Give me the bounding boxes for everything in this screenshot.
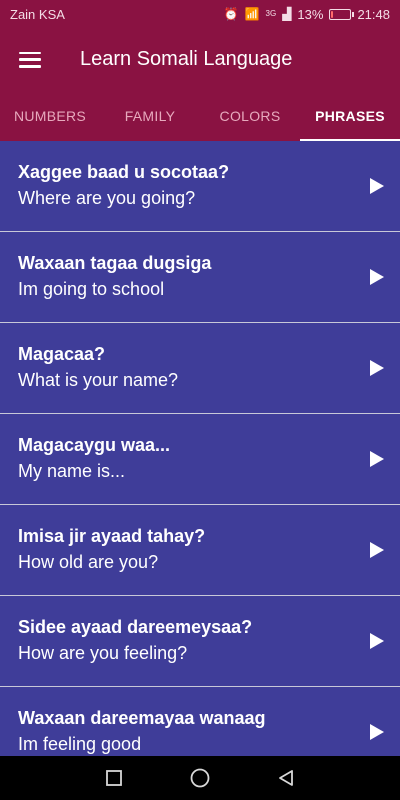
square-icon — [106, 770, 122, 786]
app-title: Learn Somali Language — [80, 48, 293, 70]
phrase-english: How old are you? — [18, 552, 159, 572]
phrase-somali: Magacaygu waa... — [18, 435, 171, 455]
phrase-row[interactable]: Magacaygu waa... My name is... — [0, 414, 400, 505]
signal-icon: ▟ — [282, 7, 292, 21]
play-icon[interactable] — [354, 633, 400, 649]
phrase-row[interactable]: Waxaan tagaa dugsiga Im going to school — [0, 232, 400, 323]
phrase-english: Im feeling good — [18, 734, 142, 754]
triangle-back-icon — [279, 770, 293, 786]
play-icon[interactable] — [354, 360, 400, 376]
play-icon[interactable] — [354, 724, 400, 740]
phrase-english: Im going to school — [18, 279, 165, 299]
status-bar: Zain KSA ⏰ 📶 3G ▟ 13% 21:48 — [0, 0, 400, 28]
category-tabs: NUMBERS FAMILY COLORS PHRASES — [0, 91, 400, 141]
status-icons: ⏰ 📶 3G ▟ 13% 21:48 — [224, 7, 390, 22]
battery-fill — [331, 10, 334, 18]
phrase-somali: Magacaa? — [18, 344, 106, 364]
phrase-list: Xaggee baad u socotaa? Where are you goi… — [0, 141, 400, 756]
phrase-english: What is your name? — [18, 370, 179, 390]
phrase-row[interactable]: Xaggee baad u socotaa? Where are you goi… — [0, 141, 400, 232]
menu-button[interactable] — [0, 28, 60, 91]
circle-icon — [190, 768, 210, 788]
phrase-english: Where are you going? — [18, 188, 196, 208]
phrase-row[interactable]: Sidee ayaad dareemeysaa? How are you fee… — [0, 596, 400, 687]
tab-colors[interactable]: COLORS — [200, 91, 300, 141]
system-nav-bar — [0, 756, 400, 800]
phrase-somali: Imisa jir ayaad tahay? — [18, 526, 206, 546]
play-icon[interactable] — [354, 269, 400, 285]
phrase-somali: Sidee ayaad dareemeysaa? — [18, 617, 253, 637]
play-icon[interactable] — [354, 178, 400, 194]
tab-family[interactable]: FAMILY — [100, 91, 200, 141]
network-type-label: 3G — [265, 9, 277, 18]
phrase-row[interactable]: Magacaa? What is your name? — [0, 323, 400, 414]
phrase-english: My name is... — [18, 461, 126, 481]
play-icon[interactable] — [354, 542, 400, 558]
wifi-icon: 📶 — [244, 7, 260, 21]
app-toolbar: Learn Somali Language — [0, 28, 400, 91]
tab-phrases[interactable]: PHRASES — [300, 91, 400, 141]
phrase-text: Magacaa? What is your name? — [18, 342, 354, 394]
recent-apps-button[interactable] — [102, 766, 126, 790]
phrase-text: Sidee ayaad dareemeysaa? How are you fee… — [18, 615, 354, 667]
phrase-somali: Waxaan dareemayaa wanaag — [18, 708, 266, 728]
phrase-text: Imisa jir ayaad tahay? How old are you? — [18, 524, 354, 576]
phrase-row[interactable]: Imisa jir ayaad tahay? How old are you? — [0, 505, 400, 596]
tab-numbers[interactable]: NUMBERS — [0, 91, 100, 141]
app-root: Zain KSA ⏰ 📶 3G ▟ 13% 21:48 Learn Somali… — [0, 0, 400, 800]
hamburger-menu-icon — [19, 51, 41, 68]
phrase-row[interactable]: Waxaan dareemayaa wanaag Im feeling good — [0, 687, 400, 756]
alarm-icon: ⏰ — [223, 7, 239, 21]
phrase-text: Waxaan tagaa dugsiga Im going to school — [18, 251, 354, 303]
battery-percent: 13% — [297, 6, 324, 22]
back-button[interactable] — [274, 766, 298, 790]
play-icon[interactable] — [354, 451, 400, 467]
home-button[interactable] — [188, 766, 212, 790]
clock: 21:48 — [357, 6, 390, 22]
phrase-somali: Waxaan tagaa dugsiga — [18, 253, 212, 273]
phrase-text: Waxaan dareemayaa wanaag Im feeling good — [18, 706, 354, 756]
battery-icon — [329, 8, 355, 20]
carrier-name: Zain KSA — [10, 6, 65, 22]
phrase-text: Magacaygu waa... My name is... — [18, 433, 354, 485]
phrase-english: How are you feeling? — [18, 643, 188, 663]
phrase-somali: Xaggee baad u socotaa? — [18, 162, 230, 182]
phrase-text: Xaggee baad u socotaa? Where are you goi… — [18, 160, 354, 212]
